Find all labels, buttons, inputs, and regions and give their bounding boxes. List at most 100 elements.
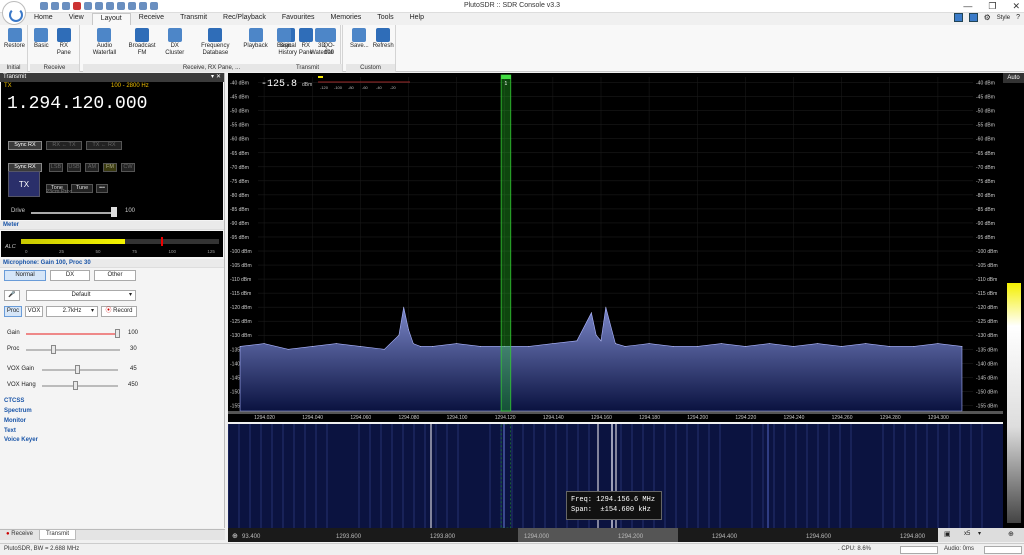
section-monitor[interactable]: Monitor bbox=[4, 418, 26, 424]
mode-lsb-button[interactable]: LSB bbox=[49, 163, 63, 172]
menu-tab-transmit[interactable]: Transmit bbox=[172, 13, 215, 25]
mic-mode-normal-button[interactable]: Normal bbox=[4, 270, 46, 281]
record-button[interactable]: ⦿ Record bbox=[101, 306, 137, 317]
layout-toggle-icon-2[interactable] bbox=[968, 13, 978, 22]
vox-hang-slider-track[interactable] bbox=[42, 385, 118, 387]
section-text[interactable]: Text bbox=[4, 428, 16, 434]
mode-am-button[interactable]: AM bbox=[85, 163, 99, 172]
passband-top-bar[interactable] bbox=[501, 75, 511, 79]
proc-slider-thumb[interactable] bbox=[51, 345, 56, 354]
ribbon-button-audio-waterfall-2[interactable]: Audio Waterfall bbox=[85, 28, 124, 57]
app-logo-icon[interactable] bbox=[2, 1, 26, 25]
ribbon-button-restore-0[interactable]: Restore bbox=[2, 28, 27, 50]
microphone-icon[interactable]: 🎤 bbox=[4, 290, 20, 301]
waterfall-frequency-scale[interactable]: ⊕ 93.400 1293.600 1293.800 1294.000 1294.200 1… bbox=[228, 528, 1003, 542]
menu-tab-receive[interactable]: Receive bbox=[131, 13, 172, 25]
panel-close-icon[interactable]: ✕ bbox=[216, 73, 221, 80]
tab-receive[interactable]: ● Receive bbox=[0, 530, 39, 540]
tab-transmit[interactable]: Transmit bbox=[38, 530, 77, 540]
vox-gain-slider-track[interactable] bbox=[42, 369, 118, 371]
proc-slider-track[interactable] bbox=[26, 349, 120, 351]
menu-tab-favourites[interactable]: Favourites bbox=[274, 13, 323, 25]
microphone-header[interactable]: Microphone: Gain 100, Proc 30 bbox=[0, 259, 224, 268]
ribbon-button-rx-pane-3[interactable]: RX Pane bbox=[294, 28, 318, 57]
ribbon-button-basic-3[interactable]: Basic bbox=[275, 28, 294, 57]
ribbon-button-qo-100-3[interactable]: QO-100 bbox=[318, 28, 340, 57]
spectrum-point bbox=[335, 343, 337, 345]
mic-mode-other-button[interactable]: Other bbox=[94, 270, 136, 281]
scroll-left-icon[interactable]: ⊕ bbox=[232, 533, 238, 540]
ribbon-button-playback-2[interactable]: Playback bbox=[241, 28, 269, 57]
ribbon-button-rx-pane-1[interactable]: RX Pane bbox=[51, 28, 77, 57]
gain-slider-track[interactable] bbox=[26, 333, 120, 335]
spectrum-point bbox=[239, 346, 241, 347]
menu-tab-layout[interactable]: Layout bbox=[91, 13, 131, 25]
style-menu[interactable]: Style bbox=[997, 15, 1010, 21]
help-icon[interactable]: ? bbox=[1016, 14, 1020, 21]
alc-scale-tick: 50 bbox=[95, 249, 101, 254]
close-icon[interactable]: ✕ bbox=[1012, 1, 1020, 12]
alc-level-remaining bbox=[125, 239, 219, 244]
sync-rx-button[interactable]: Sync RX bbox=[8, 141, 42, 150]
menu-tab-memories[interactable]: Memories bbox=[323, 13, 370, 25]
ribbon-button-label: RX Pane bbox=[56, 43, 71, 56]
playback-icon bbox=[248, 28, 263, 42]
zoom-select[interactable]: x5 bbox=[964, 531, 970, 537]
menu-tab-home[interactable]: Home bbox=[26, 13, 61, 25]
vox-gain-slider-thumb[interactable] bbox=[75, 365, 80, 374]
mode-usb-button[interactable]: USB bbox=[67, 163, 81, 172]
basic-icon bbox=[34, 28, 49, 42]
ribbon-button-frequency-database-2[interactable]: Frequency Database bbox=[189, 28, 241, 57]
gain-slider-thumb[interactable] bbox=[115, 329, 120, 338]
y-tick-label-left: -55 dBm bbox=[230, 123, 249, 129]
menu-tab-tools[interactable]: Tools bbox=[369, 13, 401, 25]
layout-toggle-icon[interactable] bbox=[953, 13, 963, 22]
transmit-box: TX 100 - 2800 Hz 1.294.120.000 Sync RX R… bbox=[1, 82, 223, 220]
level-gradient[interactable] bbox=[1007, 283, 1021, 523]
level-unit: dBm bbox=[302, 82, 312, 88]
vox-hang-value: 450 bbox=[128, 382, 139, 388]
section-spectrum[interactable]: Spectrum bbox=[4, 408, 32, 414]
ribbon-button-save--4[interactable]: Save... bbox=[348, 28, 371, 50]
broadcast-fm-icon bbox=[135, 28, 150, 42]
more-button[interactable]: ••• bbox=[96, 184, 108, 193]
mic-mode-dx-button[interactable]: DX bbox=[50, 270, 90, 281]
tune-button[interactable]: Tune bbox=[71, 184, 93, 193]
menu-tab-rec-playback[interactable]: Rec/Playback bbox=[215, 13, 274, 25]
menu-tab-view[interactable]: View bbox=[61, 13, 92, 25]
vox-hang-slider-thumb[interactable] bbox=[73, 381, 78, 390]
section-ctcss[interactable]: CTCSS bbox=[4, 398, 24, 404]
auto-level-button[interactable]: Auto bbox=[1003, 73, 1024, 83]
meter-header[interactable]: Meter bbox=[0, 221, 224, 230]
mic-preset-select[interactable]: Default ▾ bbox=[26, 290, 136, 301]
ribbon-button-refresh-4[interactable]: Refresh bbox=[371, 28, 396, 50]
pin-icon[interactable]: ▾ bbox=[211, 73, 214, 80]
mode-fm-button[interactable]: FM bbox=[103, 163, 117, 172]
audio-bar bbox=[984, 546, 1022, 554]
tx-frequency[interactable]: 1.294.120.000 bbox=[7, 94, 147, 114]
menu-tab-help[interactable]: Help bbox=[402, 13, 432, 25]
drive-slider-thumb[interactable] bbox=[111, 207, 117, 217]
ribbon-button-basic-1[interactable]: Basic bbox=[32, 28, 51, 57]
minimize-icon[interactable]: — bbox=[963, 1, 972, 12]
maximize-icon[interactable]: ❐ bbox=[988, 1, 996, 12]
rx-passband[interactable] bbox=[500, 74, 512, 412]
proc-toggle-button[interactable]: Proc bbox=[4, 306, 22, 317]
tab-receive-label: Receive bbox=[11, 531, 33, 537]
zoom-chevron-icon[interactable]: ▾ bbox=[978, 530, 981, 537]
tx-from-rx-button[interactable]: TX ← RX bbox=[86, 141, 122, 150]
settings-gear-icon[interactable]: ⚙ bbox=[984, 13, 991, 22]
scroll-right-icon[interactable]: ⊕ bbox=[1008, 530, 1014, 538]
ribbon-button-dx-cluster-2[interactable]: DX Cluster bbox=[160, 28, 189, 57]
mode-cw-button[interactable]: CW bbox=[121, 163, 135, 172]
tx-button[interactable]: TX bbox=[8, 171, 40, 197]
rx-from-tx-button[interactable]: RX ← TX bbox=[46, 141, 82, 150]
bandwidth-select[interactable]: 2.7kHz ▾ bbox=[46, 306, 98, 317]
camera-icon-2[interactable]: ▣ bbox=[944, 530, 951, 538]
vox-toggle-button[interactable]: VOX bbox=[25, 306, 43, 317]
section-voice-keyer[interactable]: Voice Keyer bbox=[4, 437, 38, 443]
ribbon-button-broadcast-fm-2[interactable]: Broadcast FM bbox=[124, 28, 160, 57]
drive-slider-track[interactable] bbox=[31, 212, 117, 214]
spectrum-point bbox=[432, 346, 433, 347]
spectrum-display[interactable]: -40 dBm -40 dBm -45 dBm -45 dBm -50 dBm -50 d… bbox=[228, 73, 1003, 422]
